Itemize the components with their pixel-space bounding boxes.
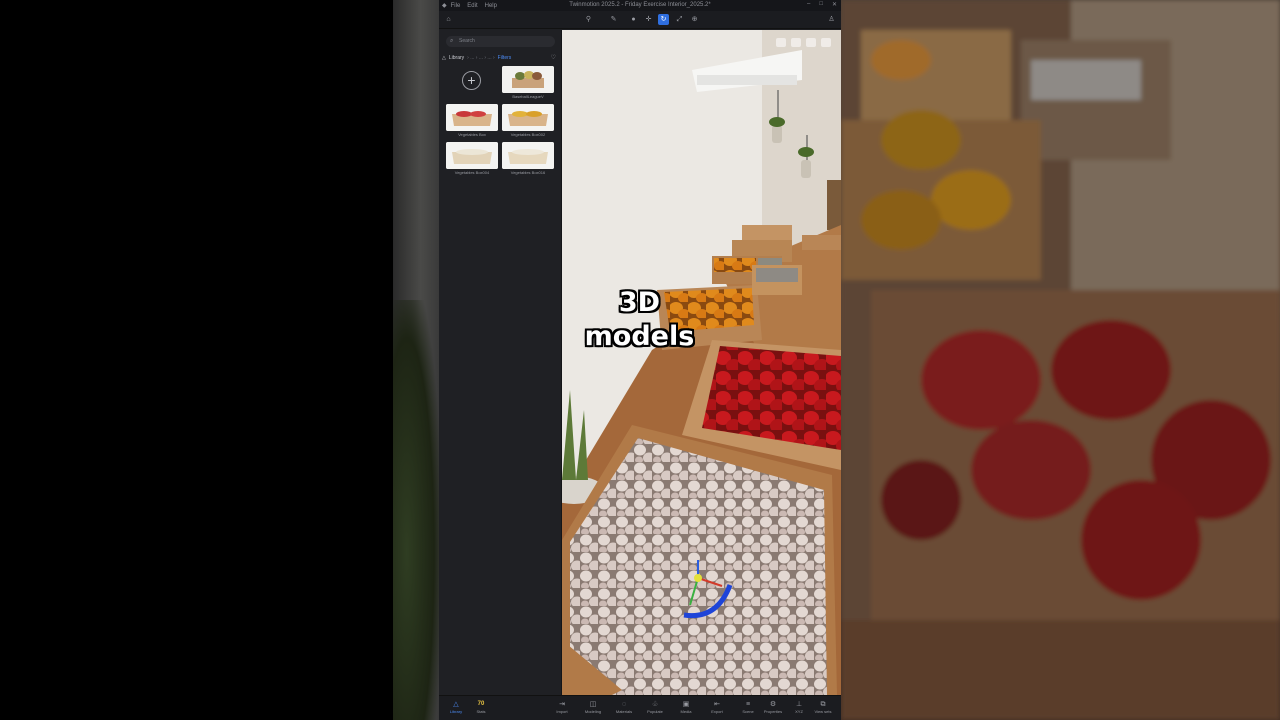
view-sets-icon: ⧉ xyxy=(820,701,826,708)
view-sets-button-label: View sets xyxy=(814,709,832,714)
search-icon: ⌕ xyxy=(450,38,454,44)
window-controls: – □ ✕ xyxy=(807,1,837,8)
populate-button[interactable]: ♧ Populate xyxy=(641,700,669,714)
close-icon[interactable]: ✕ xyxy=(832,1,837,8)
favorites-icon[interactable]: ♡ xyxy=(551,54,556,61)
materials-icon: ◌ xyxy=(621,701,627,708)
title-bar: ◆ File Edit Help Twinmotion 2025.2 - Fri… xyxy=(439,0,841,11)
populate-button-label: Populate xyxy=(647,709,663,714)
brush-icon[interactable]: ✎ xyxy=(608,14,619,25)
3d-viewport[interactable] xyxy=(562,30,841,695)
properties-button-label: Properties xyxy=(763,709,783,714)
media-icon: ▣ xyxy=(682,701,690,708)
stats-button-label: Stats xyxy=(476,709,486,714)
viewport-scene xyxy=(562,30,841,695)
library-breadcrumb: △ Library › ... › ... › ... › Filters ♡ xyxy=(442,53,556,62)
tool-icon[interactable]: ⚲ xyxy=(583,14,594,25)
xyz-button-label: XYZ xyxy=(795,709,803,714)
library-button-label: Library xyxy=(449,709,463,714)
stats-value: 70 xyxy=(477,701,485,707)
export-button-label: Export xyxy=(711,709,723,714)
minimize-icon[interactable]: – xyxy=(807,1,810,8)
library-item-label: Vegetables Box002 xyxy=(510,132,546,137)
background-scene-right xyxy=(841,0,1280,720)
library-item[interactable] xyxy=(502,66,554,93)
materials-button[interactable]: ◌ Materials xyxy=(610,700,638,714)
caption-line-1: 3D xyxy=(618,287,661,318)
properties-button[interactable]: ⚙ Properties xyxy=(759,700,787,714)
top-toolbar: ⌂ ⚲ ✎ ● ✛ ↻ ⤢ ⊕ ♙ xyxy=(439,11,841,29)
library-item-label: BaseballLeagueV xyxy=(512,94,544,99)
materials-button-label: Materials xyxy=(615,709,633,714)
library-button[interactable]: △ Library xyxy=(442,700,470,714)
media-button[interactable]: ▣ Media xyxy=(672,700,700,714)
maximize-icon[interactable]: □ xyxy=(819,1,823,8)
app-window: ◆ File Edit Help Twinmotion 2025.2 - Fri… xyxy=(439,0,841,720)
import-button-label: Import xyxy=(556,709,568,714)
library-panel: ⌕ Search △ Library › ... › ... › ... › F… xyxy=(439,30,562,695)
select-icon[interactable]: ● xyxy=(628,14,639,25)
scene-icon: ≡ xyxy=(745,701,751,708)
search-input[interactable]: ⌕ Search xyxy=(446,36,555,47)
bottom-toolbar: △ Library 70 Stats ⇥ Import ◫ Modeling ◌… xyxy=(439,695,841,720)
scene-button[interactable]: ≡ Scene xyxy=(734,700,762,714)
search-placeholder: Search xyxy=(459,38,475,44)
camera-icon[interactable] xyxy=(776,38,786,47)
globe-icon[interactable]: ⊕ xyxy=(689,14,700,25)
fullscreen-icon[interactable] xyxy=(806,38,816,47)
library-item-label: Vegetables Box004 xyxy=(454,170,490,175)
media-button-label: Media xyxy=(680,709,692,714)
library-item-label: Vegetables Box xyxy=(458,132,486,137)
import-button[interactable]: ⇥ Import xyxy=(548,700,576,714)
letterbox-left xyxy=(0,0,393,720)
chat-icon[interactable] xyxy=(821,38,831,47)
populate-icon: ♧ xyxy=(651,701,659,708)
modeling-button[interactable]: ◫ Modeling xyxy=(579,700,607,714)
filters-link[interactable]: Filters xyxy=(498,55,512,61)
add-item-button[interactable]: + xyxy=(462,71,481,90)
modeling-button-label: Modeling xyxy=(584,709,602,714)
export-icon: ⇤ xyxy=(714,701,720,708)
scene-button-label: Scene xyxy=(742,709,754,714)
scale-icon[interactable]: ⤢ xyxy=(674,14,685,25)
background-scene-left xyxy=(393,0,439,720)
library-item-label: Vegetables Box016 xyxy=(510,170,546,175)
export-button[interactable]: ⇤ Export xyxy=(703,700,731,714)
library-item[interactable] xyxy=(446,104,498,131)
properties-icon: ⚙ xyxy=(769,701,777,708)
rotate-icon[interactable]: ↻ xyxy=(658,14,669,25)
library-item[interactable] xyxy=(446,142,498,169)
library-icon: △ xyxy=(453,701,459,708)
library-item[interactable] xyxy=(502,104,554,131)
import-icon: ⇥ xyxy=(559,701,565,708)
window-title: Twinmotion 2025.2 - Friday Exercise Inte… xyxy=(569,2,711,8)
overlay-caption: 3D models xyxy=(562,286,717,354)
view-sets-button[interactable]: ⧉ View sets xyxy=(809,700,837,714)
breadcrumb-path[interactable]: › ... › ... › ... › xyxy=(467,55,495,61)
home-icon[interactable]: ⌂ xyxy=(443,14,454,25)
library-label[interactable]: Library xyxy=(449,55,464,61)
library-item[interactable] xyxy=(502,142,554,169)
library-icon: △ xyxy=(442,54,446,61)
user-icon[interactable]: ♙ xyxy=(826,14,837,25)
viewport-controls xyxy=(776,38,831,47)
modeling-icon: ◫ xyxy=(589,701,597,708)
stats-button[interactable]: 70 Stats xyxy=(467,700,495,714)
screenshot-icon[interactable] xyxy=(791,38,801,47)
screen: ◆ File Edit Help Twinmotion 2025.2 - Fri… xyxy=(0,0,1280,720)
caption-line-2: models xyxy=(584,321,695,352)
move-icon[interactable]: ✛ xyxy=(643,14,654,25)
